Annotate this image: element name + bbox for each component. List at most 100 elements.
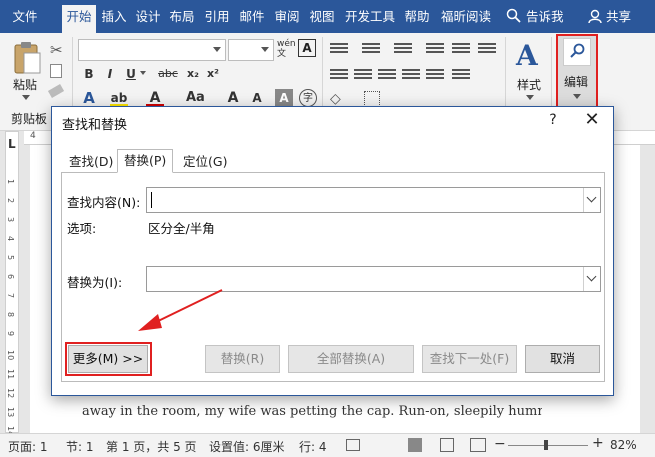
share-button[interactable]: 共享 xyxy=(588,5,631,29)
chevron-down-icon[interactable] xyxy=(583,267,600,291)
status-bar: 页面: 1 节: 1 第 1 页，共 5 页 设置值: 6厘米 行: 4 − +… xyxy=(0,433,655,457)
strikethrough-icon[interactable]: abc xyxy=(155,65,181,83)
document-text: away in the room, my wife was petting th… xyxy=(82,404,542,418)
chevron-down-icon[interactable] xyxy=(140,71,146,75)
tab-stop-icon[interactable]: L xyxy=(8,137,16,151)
ruler-number: 2 xyxy=(6,198,15,204)
distributed-icon[interactable] xyxy=(426,69,444,83)
phonetic-guide-icon[interactable]: wén 文 xyxy=(277,39,296,59)
ruler-number: 11 xyxy=(6,369,15,380)
change-case-icon[interactable]: Aa xyxy=(186,89,205,107)
share-label: 共享 xyxy=(605,9,631,24)
zoom-in-icon[interactable]: + xyxy=(592,435,604,451)
borders-icon[interactable] xyxy=(364,91,380,107)
tab-developer[interactable]: 开发工具 xyxy=(342,5,398,29)
status-page[interactable]: 页面: 1 xyxy=(8,438,48,455)
italic-icon[interactable]: I xyxy=(101,65,119,83)
decrease-indent-icon[interactable] xyxy=(426,43,444,57)
bold-icon[interactable]: B xyxy=(80,65,98,83)
subscript-icon[interactable]: x₂ xyxy=(184,65,202,83)
cut-icon[interactable]: ✂ xyxy=(50,41,63,59)
font-size-combo[interactable] xyxy=(228,39,274,61)
replace-button[interactable]: 替换(R) xyxy=(205,345,280,373)
tab-design[interactable]: 设计 xyxy=(133,5,163,29)
find-what-input[interactable] xyxy=(146,187,601,213)
tab-mailings[interactable]: 邮件 xyxy=(237,5,267,29)
options-value: 区分全/半角 xyxy=(148,221,215,236)
tab-layout[interactable]: 布局 xyxy=(167,5,197,29)
chevron-down-icon[interactable] xyxy=(583,188,600,212)
more-highlight-box xyxy=(65,342,152,376)
line-spacing-icon[interactable] xyxy=(452,69,470,83)
zoom-slider[interactable] xyxy=(508,445,588,446)
tab-goto[interactable]: 定位(G) xyxy=(176,150,234,172)
shading-icon[interactable]: ◇ xyxy=(330,91,341,107)
find-replace-dialog: 查找和替换 ? ✕ 查找(D) 替换(P) 定位(G) 查找内容(N): 选项:… xyxy=(51,106,614,396)
status-page-of: 第 1 页，共 5 页 xyxy=(106,440,197,454)
superscript-icon[interactable]: x² xyxy=(204,65,222,83)
sort-icon[interactable] xyxy=(478,43,496,57)
font-color-icon[interactable]: A xyxy=(146,89,164,107)
grow-font-icon[interactable]: A xyxy=(224,89,242,107)
tab-home[interactable]: 开始 xyxy=(62,5,96,33)
format-painter-icon[interactable] xyxy=(47,84,65,98)
tell-me-search[interactable]: 告诉我 xyxy=(506,5,564,29)
vertical-ruler[interactable]: L 1 2 3 4 5 6 7 8 9 10 11 12 13 14 xyxy=(0,131,24,436)
align-right-icon[interactable] xyxy=(378,69,396,83)
status-setting: 设置值: 6厘米 xyxy=(209,440,285,454)
shrink-font-icon[interactable]: A xyxy=(248,89,266,107)
increase-indent-icon[interactable] xyxy=(452,43,470,57)
read-mode-icon[interactable] xyxy=(408,438,422,452)
replace-with-label: 替换为(I): xyxy=(67,275,123,290)
web-layout-icon[interactable] xyxy=(470,438,486,452)
highlight-icon[interactable]: ab xyxy=(110,89,128,107)
chevron-down-icon xyxy=(261,47,269,52)
replace-all-button[interactable]: 全部替换(A) xyxy=(288,345,414,373)
numbering-icon[interactable] xyxy=(362,43,380,57)
text-effects-icon[interactable]: A xyxy=(80,89,98,107)
tab-find[interactable]: 查找(D) xyxy=(62,150,120,172)
zoom-level[interactable]: 82% xyxy=(610,438,637,452)
proofing-icon[interactable] xyxy=(346,439,360,451)
align-center-icon[interactable] xyxy=(354,69,372,83)
paste-dropdown-icon[interactable] xyxy=(22,95,30,100)
chevron-down-icon xyxy=(213,47,221,52)
print-layout-icon[interactable] xyxy=(440,438,454,452)
styles-icon[interactable]: A xyxy=(516,39,538,72)
bullets-icon[interactable] xyxy=(330,43,348,57)
replace-with-input[interactable] xyxy=(146,266,601,292)
ruler-number: 9 xyxy=(6,331,15,337)
align-left-icon[interactable] xyxy=(330,69,348,83)
help-button[interactable]: ? xyxy=(543,110,563,130)
tab-insert[interactable]: 插入 xyxy=(98,5,130,29)
close-button[interactable]: ✕ xyxy=(580,110,604,130)
styles-label: 样式 xyxy=(517,78,542,92)
tab-help[interactable]: 帮助 xyxy=(402,5,432,29)
tab-references[interactable]: 引用 xyxy=(202,5,232,29)
find-next-button[interactable]: 查找下一处(F) xyxy=(422,345,517,373)
status-section: 节: 1 xyxy=(66,440,94,454)
tab-replace[interactable]: 替换(P) xyxy=(117,149,174,173)
multilevel-list-icon[interactable] xyxy=(394,43,412,57)
ruler-number: 12 xyxy=(6,388,15,399)
char-border-icon[interactable]: A xyxy=(298,39,316,57)
copy-icon[interactable] xyxy=(50,64,62,78)
justify-icon[interactable] xyxy=(402,69,420,83)
tab-review[interactable]: 审阅 xyxy=(272,5,302,29)
find-what-label: 查找内容(N): xyxy=(67,195,141,210)
underline-icon[interactable]: U xyxy=(122,65,140,83)
tab-foxit[interactable]: 福昕阅读 xyxy=(437,5,495,29)
char-shading-icon[interactable]: A xyxy=(275,89,293,107)
zoom-slider-thumb[interactable] xyxy=(544,440,548,450)
ruler-number: 4 xyxy=(30,131,36,141)
edit-highlight-box xyxy=(556,34,598,110)
cancel-button[interactable]: 取消 xyxy=(525,345,600,373)
tab-view[interactable]: 视图 xyxy=(307,5,337,29)
styles-dropdown-icon[interactable] xyxy=(526,95,534,100)
tab-file[interactable]: 文件 xyxy=(8,5,42,29)
ruler-number: 13 xyxy=(6,407,15,418)
enclose-char-icon[interactable]: 字 xyxy=(299,89,317,107)
paste-icon[interactable] xyxy=(12,41,42,75)
font-name-combo[interactable] xyxy=(78,39,226,61)
zoom-out-icon[interactable]: − xyxy=(494,436,506,452)
